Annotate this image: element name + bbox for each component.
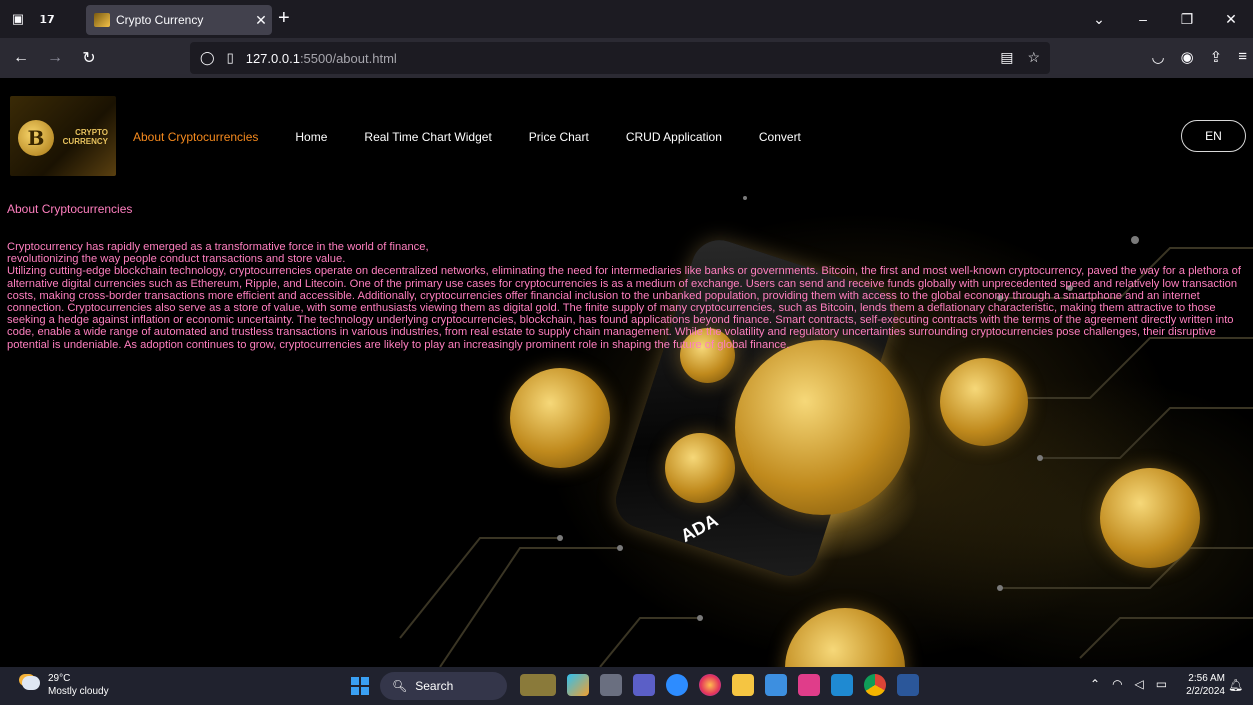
url-path: :5500/about.html xyxy=(299,50,397,66)
tab-favicon-icon xyxy=(94,13,110,27)
task-view-icon[interactable] xyxy=(600,674,622,696)
about-body: Cryptocurrency has rapidly emerged as a … xyxy=(7,241,1247,351)
web-page: ADA B CRYPTO CURRENCY About Cryptocurren… xyxy=(0,78,1253,667)
account-icon[interactable]: ◉ xyxy=(1181,48,1194,66)
close-window-icon[interactable]: ✕ xyxy=(1209,11,1253,28)
browser-nav-bar: ← → ↻ ◯ ▯ 127.0.0.1 :5500/about.html ▤ ☆… xyxy=(0,38,1253,78)
widget-app-icon[interactable] xyxy=(520,674,556,696)
weather-cloudy-icon[interactable] xyxy=(22,676,40,690)
firefox-view-icon[interactable]: 𝟭𝟳 xyxy=(36,8,58,30)
chevron-up-icon[interactable]: ⌃ xyxy=(1090,677,1100,691)
minimize-icon[interactable]: – xyxy=(1121,11,1165,27)
browser-tab-bar: ▣ 𝟭𝟳 Crypto Currency ✕ + ⌄ – ❐ ✕ xyxy=(0,0,1253,38)
menu-icon[interactable]: ≡ xyxy=(1238,48,1247,66)
notification-bell-icon[interactable]: 🔔︎ xyxy=(1228,678,1243,692)
cardano-coin xyxy=(510,368,610,468)
page-icon[interactable]: ▯ xyxy=(227,50,234,66)
new-tab-icon[interactable]: + xyxy=(278,8,290,28)
about-paragraph: Utilizing cutting-edge blockchain techno… xyxy=(7,265,1241,351)
close-tab-icon[interactable]: ✕ xyxy=(250,12,272,29)
site-header: B CRYPTO CURRENCY About Cryptocurrencies… xyxy=(0,78,1253,188)
tab-list-icon[interactable]: ▣ xyxy=(7,8,29,30)
extensions-icon[interactable]: ⇪ xyxy=(1210,48,1223,66)
language-button[interactable]: EN xyxy=(1181,120,1246,152)
nav-home[interactable]: Home xyxy=(295,130,327,144)
nav-convert[interactable]: Convert xyxy=(759,130,801,144)
battery-icon[interactable]: ▭ xyxy=(1156,677,1167,691)
zoom-icon[interactable] xyxy=(666,674,688,696)
clock-date: 2/2/2024 xyxy=(1186,686,1225,697)
tab-title: Crypto Currency xyxy=(116,13,204,27)
cardano-coin xyxy=(1100,468,1200,568)
browser-tab[interactable]: Crypto Currency ✕ xyxy=(86,5,272,35)
bitcoin-icon: B xyxy=(18,120,54,156)
intro-line-1: Cryptocurrency has rapidly emerged as a … xyxy=(7,241,429,253)
word-icon[interactable] xyxy=(897,674,919,696)
url-host: 127.0.0.1 xyxy=(245,50,300,66)
main-nav: About Cryptocurrencies Home Real Time Ch… xyxy=(133,130,838,144)
speaker-icon[interactable]: ◁ xyxy=(1135,677,1144,691)
reload-icon[interactable]: ↻ xyxy=(76,48,102,68)
window-controls: ⌄ – ❐ ✕ xyxy=(1077,0,1253,38)
cardano-coin xyxy=(665,433,735,503)
forward-icon[interactable]: → xyxy=(42,49,68,67)
toolbar-right: ◡ ◉ ⇪ ≡ xyxy=(1151,48,1247,66)
weather-description[interactable]: Mostly cloudy xyxy=(48,686,109,697)
url-bar[interactable]: ◯ ▯ 127.0.0.1 :5500/about.html ▤ ☆ xyxy=(190,42,1050,74)
url-actions: ▤ ☆ xyxy=(1000,49,1040,66)
vscode-icon[interactable] xyxy=(831,674,853,696)
weather-temperature[interactable]: 29°C xyxy=(48,673,70,684)
reader-view-icon[interactable]: ▤ xyxy=(1000,49,1013,66)
clock-time: 2:56 AM xyxy=(1188,673,1225,684)
intro-line-2: revolutionizing the way people conduct t… xyxy=(7,253,346,266)
store-icon[interactable] xyxy=(765,674,787,696)
nav-crud-application[interactable]: CRUD Application xyxy=(626,130,722,144)
list-all-tabs-icon[interactable]: ⌄ xyxy=(1077,11,1121,28)
nav-about-cryptocurrencies[interactable]: About Cryptocurrencies xyxy=(133,130,258,144)
app-icon-pink[interactable] xyxy=(798,674,820,696)
logo-text: CRYPTO CURRENCY xyxy=(62,128,108,146)
nav-real-time-chart-widget[interactable]: Real Time Chart Widget xyxy=(364,130,491,144)
back-icon[interactable]: ← xyxy=(8,49,34,67)
teams-icon[interactable] xyxy=(633,674,655,696)
shield-icon[interactable]: ◯ xyxy=(200,50,215,66)
about-heading: About Cryptocurrencies xyxy=(7,202,133,216)
firefox-icon[interactable] xyxy=(699,674,721,696)
taskbar: 29°C Mostly cloudy 🔍︎ Search ⌃ ◠ ◁ ▭ 2:5… xyxy=(0,667,1253,705)
search-icon: 🔍︎ xyxy=(392,679,408,693)
system-tray: ⌃ ◠ ◁ ▭ xyxy=(1090,677,1167,691)
taskbar-search[interactable]: 🔍︎ Search xyxy=(380,672,507,700)
wifi-icon[interactable]: ◠ xyxy=(1112,677,1122,691)
file-explorer-icon[interactable] xyxy=(732,674,754,696)
taskbar-apps xyxy=(520,674,919,696)
bookmark-star-icon[interactable]: ☆ xyxy=(1027,49,1040,66)
copilot-icon[interactable] xyxy=(567,674,589,696)
chrome-icon[interactable] xyxy=(864,674,886,696)
restore-icon[interactable]: ❐ xyxy=(1165,11,1209,28)
site-logo[interactable]: B CRYPTO CURRENCY xyxy=(10,96,116,176)
nav-price-chart[interactable]: Price Chart xyxy=(529,130,589,144)
taskbar-clock[interactable]: 2:56 AM 2/2/2024 xyxy=(1183,672,1225,698)
pocket-icon[interactable]: ◡ xyxy=(1151,48,1164,66)
cardano-coin-large xyxy=(735,340,910,515)
search-label: Search xyxy=(415,679,454,693)
windows-start-icon[interactable] xyxy=(351,677,369,695)
cardano-coin xyxy=(940,358,1028,446)
